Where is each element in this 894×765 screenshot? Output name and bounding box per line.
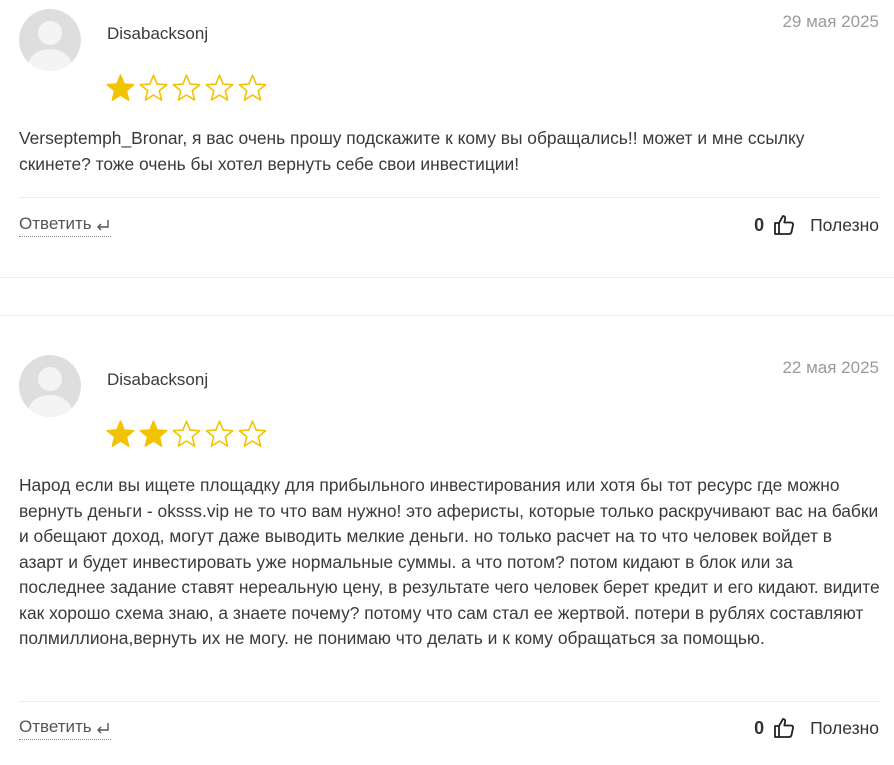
star-filled-icon [137,418,170,452]
section-separator [0,315,894,316]
star-outline-icon [203,72,236,106]
reply-arrow-icon [95,216,111,232]
review-divider [19,701,880,702]
reply-button[interactable]: Ответить [19,213,111,237]
star-outline-icon [236,72,269,106]
star-outline-icon [203,418,236,452]
reply-arrow-icon [95,719,111,735]
avatar-body-shape [28,49,72,71]
avatar [19,9,81,71]
review-date: 29 мая 2025 [782,12,879,31]
reply-label: Ответить [19,717,92,736]
rating-stars [104,418,269,452]
review-author: Disabacksonj [107,370,209,389]
reply-button[interactable]: Ответить [19,716,111,740]
review-text: Народ если вы ищете площадку для прибыль… [19,475,880,648]
useful-label[interactable]: Полезно [810,718,879,739]
review-author: Disabacksonj [107,24,209,43]
useful-widget: 0 Полезно [754,715,879,741]
rating-stars [104,72,269,106]
useful-widget: 0 Полезно [754,212,879,238]
star-filled-icon [104,72,137,106]
reply-label: Ответить [19,214,92,233]
review-text: Verseptemph_Bronar, я вас очень прошу по… [19,128,805,174]
review-divider [19,197,880,198]
avatar-head-shape [38,367,62,391]
star-outline-icon [170,72,203,106]
star-outline-icon [236,418,269,452]
star-filled-icon [104,418,137,452]
section-separator [0,277,894,278]
useful-count: 0 [754,214,765,235]
thumbs-up-icon[interactable] [772,213,796,237]
star-outline-icon [137,72,170,106]
star-outline-icon [170,418,203,452]
useful-count: 0 [754,717,765,738]
avatar-head-shape [38,21,62,45]
avatar [19,355,81,417]
thumbs-up-icon[interactable] [772,716,796,740]
review-date: 22 мая 2025 [782,358,879,377]
useful-label[interactable]: Полезно [810,215,879,236]
avatar-body-shape [28,395,72,417]
